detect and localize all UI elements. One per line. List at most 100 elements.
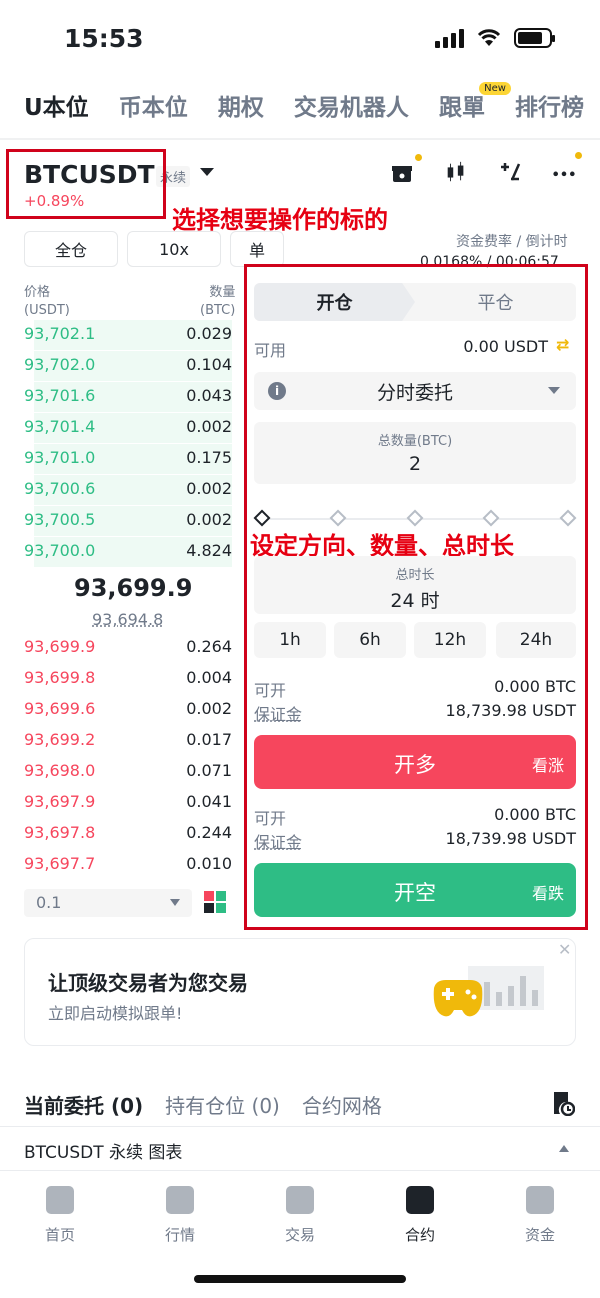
- banner-subtitle: 立即启动模拟跟单!: [48, 1004, 183, 1023]
- tab-1[interactable]: 币本位: [119, 88, 188, 122]
- symbol-dropdown-icon[interactable]: [200, 168, 214, 176]
- row-price: 93,702.0: [24, 355, 96, 374]
- row-qty: 0.071: [186, 761, 232, 780]
- margin-mode-button[interactable]: 全仓: [24, 231, 118, 267]
- position-mode-button[interactable]: 单: [230, 231, 284, 267]
- row-qty: 0.002: [186, 699, 232, 718]
- row-qty: 0.264: [186, 637, 232, 656]
- close-icon[interactable]: ✕: [558, 940, 571, 959]
- assets-icon: [526, 1186, 554, 1214]
- row-price: 93,700.0: [24, 541, 96, 560]
- tab-label: U本位: [24, 95, 89, 121]
- nav-assets[interactable]: 资金: [500, 1186, 580, 1245]
- order-history-icon[interactable]: [551, 1090, 575, 1116]
- orderbook-row[interactable]: 93,699.9 0.264: [24, 633, 232, 663]
- status-icons: [435, 28, 555, 48]
- row-price: 93,697.7: [24, 854, 96, 873]
- row-qty: 0.175: [186, 448, 232, 467]
- orderbook-row[interactable]: 93,698.0 0.071: [24, 757, 232, 787]
- annotation-select-symbol: 选择想要操作的标的: [172, 206, 388, 234]
- row-price: 93,702.1: [24, 324, 96, 343]
- position-tab-2[interactable]: 合约网格: [302, 1090, 382, 1119]
- calculator-icon[interactable]: [498, 160, 522, 184]
- row-qty: 0.002: [186, 510, 232, 529]
- last-price: 93,699.9: [74, 574, 193, 602]
- markets-icon: [166, 1186, 194, 1214]
- orderbook-row[interactable]: 93,701.0 0.175: [24, 444, 232, 474]
- home-icon: [46, 1186, 74, 1214]
- row-qty: 0.002: [186, 417, 232, 436]
- battery-icon: [514, 28, 555, 48]
- pair-row[interactable]: BTCUSDT 永续 图表: [24, 1138, 182, 1163]
- orderbook-row[interactable]: 93,700.6 0.002: [24, 475, 232, 505]
- row-price: 93,700.6: [24, 479, 96, 498]
- orderbook-row[interactable]: 93,700.0 4.824: [24, 537, 232, 567]
- orderbook-row[interactable]: 93,699.6 0.002: [24, 695, 232, 725]
- orderbook-row[interactable]: 93,700.5 0.002: [24, 506, 232, 536]
- candlestick-chart-icon[interactable]: [444, 160, 468, 184]
- duration-option-1h[interactable]: 1h: [254, 622, 326, 658]
- tab-label: 跟單: [438, 95, 485, 121]
- row-price: 93,699.2: [24, 730, 96, 749]
- wifi-icon: [477, 29, 501, 46]
- tab-label: 币本位: [118, 95, 188, 121]
- orderbook-row[interactable]: 93,697.7 0.010: [24, 850, 232, 880]
- orderbook-row[interactable]: 93,699.8 0.004: [24, 664, 232, 694]
- nav-label: 首页: [44, 1226, 75, 1244]
- row-qty: 0.104: [186, 355, 232, 374]
- precision-dropdown-icon: [170, 899, 180, 906]
- orderbook-row[interactable]: 93,702.1 0.029: [24, 320, 232, 350]
- tab-4[interactable]: 跟單 New: [438, 82, 511, 122]
- orderbook-row[interactable]: 93,702.0 0.104: [24, 351, 232, 381]
- orderbook-qty-header: 数量 (BTC): [200, 285, 236, 318]
- nav-futures[interactable]: 合约: [380, 1186, 460, 1245]
- row-qty: 0.004: [186, 668, 232, 687]
- row-qty: 0.043: [186, 386, 232, 405]
- duration-option-24h[interactable]: 24h: [496, 622, 576, 658]
- new-badge: New: [479, 82, 511, 95]
- mark-price: 93,694.8: [92, 610, 164, 629]
- tab-2[interactable]: 期权: [218, 88, 264, 122]
- orderbook-row[interactable]: 93,697.9 0.041: [24, 788, 232, 818]
- top-tabs: U本位 币本位 期权 交易机器人 跟單 New 排行榜: [24, 82, 584, 122]
- position-tab-0[interactable]: 当前委托 (0): [24, 1090, 143, 1119]
- gift-icon[interactable]: [390, 154, 422, 184]
- nav-trade[interactable]: 交易: [260, 1186, 340, 1245]
- orderbook-row[interactable]: 93,699.2 0.017: [24, 726, 232, 756]
- tab-0[interactable]: U本位: [24, 88, 89, 122]
- precision-select[interactable]: 0.1: [24, 889, 192, 917]
- row-price: 93,701.0: [24, 448, 96, 467]
- annotation-box-symbol: [6, 149, 166, 219]
- row-qty: 4.824: [186, 541, 232, 560]
- position-tab-1[interactable]: 持有仓位 (0): [165, 1090, 280, 1119]
- nav-home[interactable]: 首页: [20, 1186, 100, 1245]
- duration-option-12h[interactable]: 12h: [414, 622, 486, 658]
- row-price: 93,699.8: [24, 668, 96, 687]
- orderbook-row[interactable]: 93,701.4 0.002: [24, 413, 232, 443]
- row-qty: 0.041: [186, 792, 232, 811]
- tab-3[interactable]: 交易机器人: [294, 88, 409, 122]
- duration-option-6h[interactable]: 6h: [334, 622, 406, 658]
- home-indicator: [194, 1275, 406, 1283]
- tab-label: 期权: [217, 95, 264, 121]
- orderbook-layout-icon[interactable]: [204, 891, 226, 913]
- futures-trading-screen: 15:53 U本位 币本位 期权 交易机器人 跟單 New 排行榜 BTCUSDT 永续 +…: [0, 0, 600, 1298]
- funding-rate-label[interactable]: 资金费率 / 倒计时: [456, 231, 568, 251]
- row-qty: 0.002: [186, 479, 232, 498]
- row-qty: 0.029: [186, 324, 232, 343]
- nav-markets[interactable]: 行情: [140, 1186, 220, 1245]
- row-price: 93,699.6: [24, 699, 96, 718]
- expand-icon[interactable]: [559, 1145, 569, 1152]
- leverage-button[interactable]: 10x: [127, 231, 221, 267]
- more-icon[interactable]: [552, 152, 582, 184]
- banner-title: 让顶级交易者为您交易: [48, 971, 248, 995]
- row-qty: 0.017: [186, 730, 232, 749]
- tab-5[interactable]: 排行榜: [515, 88, 584, 122]
- orderbook-row[interactable]: 93,701.6 0.043: [24, 382, 232, 412]
- nav-label: 交易: [284, 1226, 315, 1244]
- row-qty: 0.244: [186, 823, 232, 842]
- nav-label: 资金: [524, 1226, 555, 1244]
- orderbook-row[interactable]: 93,697.8 0.244: [24, 819, 232, 849]
- trade-icon: [286, 1186, 314, 1214]
- nav-label: 合约: [404, 1226, 435, 1244]
